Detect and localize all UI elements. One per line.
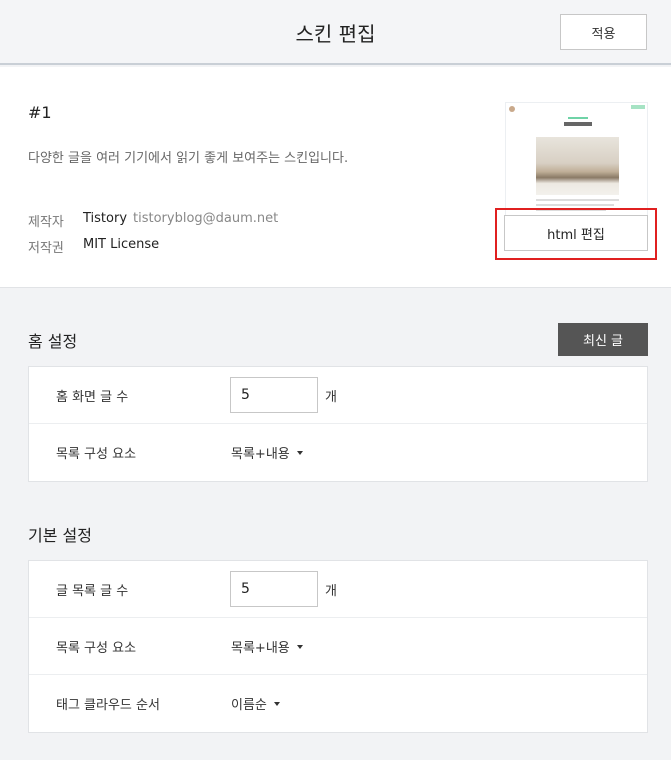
list-composition-select[interactable]: 목록+내용 xyxy=(231,637,303,656)
author-email: tistoryblog@daum.net xyxy=(133,211,279,226)
home-list-composition-value: 목록+내용 xyxy=(231,447,290,462)
home-list-composition-select[interactable]: 목록+내용 xyxy=(231,443,303,462)
author-row: 제작자 Tistory tistoryblog@daum.net xyxy=(28,211,278,230)
apply-button[interactable]: 적용 xyxy=(560,14,647,50)
post-list-count-row: 글 목록 글 수 개 xyxy=(29,561,647,618)
skin-number: #1 xyxy=(28,103,52,122)
home-settings-title: 홈 설정 xyxy=(28,332,78,351)
basic-settings-title: 기본 설정 xyxy=(28,526,92,545)
highlight-box xyxy=(495,208,657,260)
basic-settings-panel: 글 목록 글 수 개 목록 구성 요소 목록+내용 태그 클라우드 순서 이름순 xyxy=(28,560,648,733)
post-list-count-input[interactable] xyxy=(230,571,318,607)
skin-thumbnail xyxy=(505,102,648,222)
home-post-count-input[interactable] xyxy=(230,377,318,413)
home-post-count-row: 홈 화면 글 수 개 xyxy=(29,367,647,424)
post-list-count-label: 글 목록 글 수 xyxy=(56,584,129,599)
list-composition-value: 목록+내용 xyxy=(231,641,290,656)
home-list-composition-label: 목록 구성 요소 xyxy=(56,447,137,462)
home-settings-panel: 홈 화면 글 수 개 목록 구성 요소 목록+내용 xyxy=(28,366,648,482)
caret-down-icon xyxy=(296,450,303,455)
post-list-count-unit: 개 xyxy=(325,584,337,599)
tag-cloud-order-value: 이름순 xyxy=(231,698,267,713)
header: 스킨 편집 적용 xyxy=(0,0,671,65)
author-name: Tistory xyxy=(83,211,128,226)
list-composition-label: 목록 구성 요소 xyxy=(56,641,137,656)
tag-cloud-order-row: 태그 클라우드 순서 이름순 xyxy=(29,675,647,732)
caret-down-icon xyxy=(296,644,303,649)
author-key: 제작자 xyxy=(28,215,64,230)
home-post-count-label: 홈 화면 글 수 xyxy=(56,390,129,405)
thumbnail-photo xyxy=(536,137,619,195)
tag-cloud-order-label: 태그 클라우드 순서 xyxy=(56,698,160,713)
recent-posts-button[interactable]: 최신 글 xyxy=(558,323,648,356)
home-list-composition-row: 목록 구성 요소 목록+내용 xyxy=(29,424,647,481)
tag-cloud-order-select[interactable]: 이름순 xyxy=(231,694,280,713)
license-row: 저작권 MIT License xyxy=(28,237,165,256)
home-post-count-unit: 개 xyxy=(325,390,337,405)
list-composition-row: 목록 구성 요소 목록+내용 xyxy=(29,618,647,675)
caret-down-icon xyxy=(273,701,280,706)
license-key: 저작권 xyxy=(28,241,64,256)
skin-description: 다양한 글을 여러 기기에서 읽기 좋게 보여주는 스킨입니다. xyxy=(28,151,349,166)
license-value: MIT License xyxy=(83,237,160,252)
